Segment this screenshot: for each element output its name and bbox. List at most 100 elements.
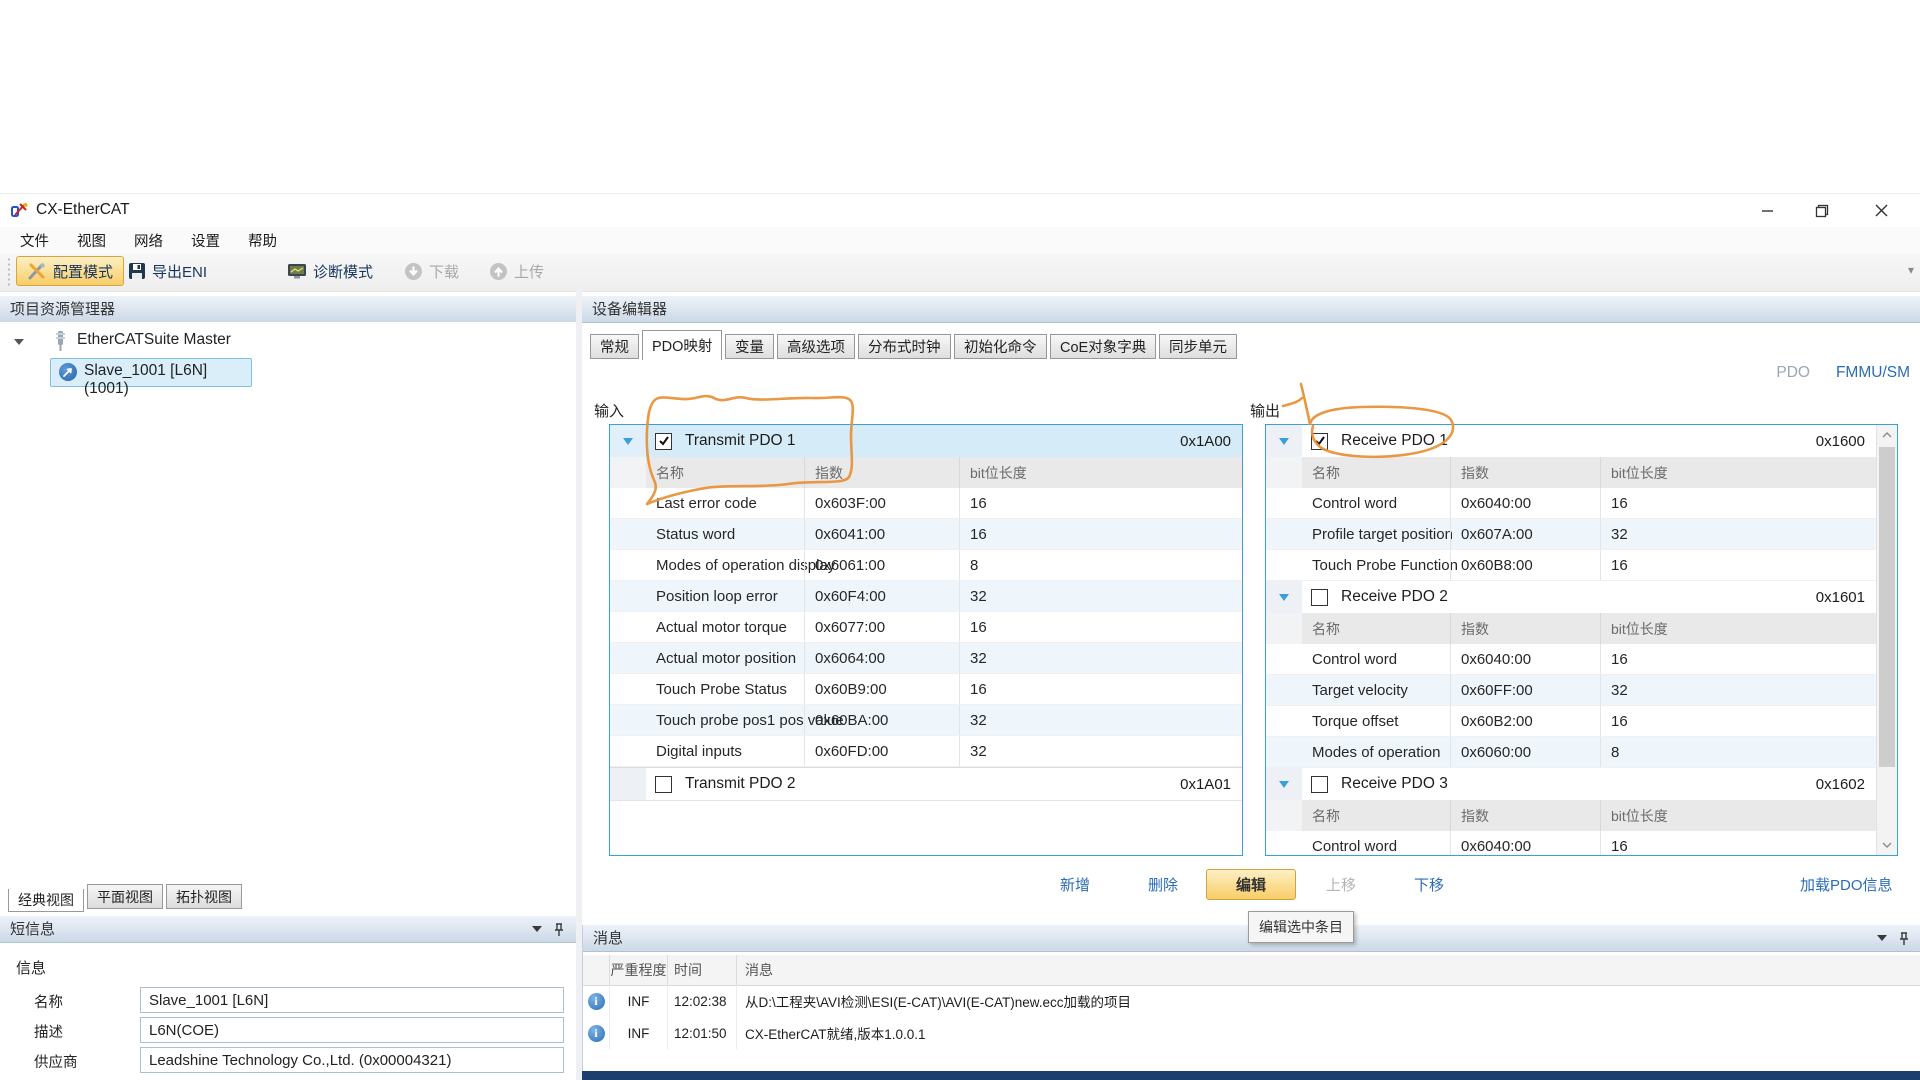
add-button[interactable]: 新增 <box>1060 874 1090 895</box>
expand-arrow-icon[interactable] <box>1279 781 1289 788</box>
pin-icon[interactable] <box>552 922 566 938</box>
pdo-entry-row[interactable]: Touch probe pos1 pos value0x60BA:0032 <box>610 705 1242 736</box>
entry-name: Last error code <box>646 495 804 512</box>
view-tabs: 经典视图平面视图拓扑视图 <box>0 884 576 912</box>
pdo-checkbox[interactable] <box>655 776 672 793</box>
collapse-panel-icon[interactable] <box>532 926 542 932</box>
pdo-view-link[interactable]: PDO <box>1776 364 1810 381</box>
move-up-button[interactable]: 上移 <box>1326 874 1356 895</box>
pdo-entry-row[interactable]: Position loop error0x60F4:0032 <box>610 581 1242 612</box>
info-label-0: 名称 <box>34 991 63 1012</box>
message-row[interactable]: iINF12:02:38从D:\工程夹\AVI检测\ESI(E-CAT)\AVI… <box>583 985 1920 1017</box>
pdo-checkbox[interactable] <box>1311 589 1328 606</box>
pdo-index: 0x1600 <box>1816 433 1876 450</box>
pdo-entry-row[interactable]: Control word0x6040:0016 <box>1266 831 1876 856</box>
collapse-arrow-icon[interactable] <box>14 339 24 345</box>
fmmu-sm-view-link[interactable]: FMMU/SM <box>1836 364 1910 381</box>
pdo-checkbox[interactable] <box>655 433 672 450</box>
pdo-entry-row[interactable]: Profile target position0x607A:0032 <box>1266 519 1876 550</box>
pdo-entry-row[interactable]: Modes of operation display0x6061:008 <box>610 550 1242 581</box>
pdo-entry-row[interactable]: Last error code0x603F:0016 <box>610 488 1242 519</box>
pdo-entry-row[interactable]: Control word0x6040:0016 <box>1266 644 1876 675</box>
view-tab-拓扑视图[interactable]: 拓扑视图 <box>166 884 242 909</box>
tab-分布式时钟[interactable]: 分布式时钟 <box>858 334 951 359</box>
scroll-down-icon[interactable] <box>1877 835 1897 855</box>
entry-gutter <box>1266 831 1302 856</box>
entry-name: Actual motor position <box>646 650 804 667</box>
tab-初始化命令[interactable]: 初始化命令 <box>954 334 1047 359</box>
config-mode-button[interactable]: 配置模式 <box>16 256 124 286</box>
info-value-1[interactable]: L6N(COE) <box>140 1017 564 1043</box>
menu-item-0[interactable]: 文件 <box>6 230 63 251</box>
tree-item-slave[interactable]: Slave_1001 [L6N] (1001) <box>50 358 252 387</box>
info-value-0[interactable]: Slave_1001 [L6N] <box>140 987 564 1013</box>
toolbar-grip[interactable] <box>7 257 11 287</box>
minimize-button[interactable] <box>1744 194 1790 227</box>
pdo-entry-row[interactable]: Touch Probe Function0x60B8:0016 <box>1266 550 1876 581</box>
view-tab-平面视图[interactable]: 平面视图 <box>87 884 163 909</box>
expand-arrow-icon[interactable] <box>623 438 633 445</box>
pdo-expander-cell[interactable] <box>1266 425 1302 457</box>
diag-mode-button[interactable]: 诊断模式 <box>287 256 373 286</box>
menu-item-3[interactable]: 设置 <box>177 230 234 251</box>
menu-item-4[interactable]: 帮助 <box>234 230 291 251</box>
pdo-entry-row[interactable]: Modes of operation0x6060:008 <box>1266 737 1876 768</box>
entry-index: 0x6061:00 <box>804 550 959 580</box>
window-bottom-edge <box>582 1071 1920 1080</box>
pdo-entry-row[interactable]: Touch Probe Status0x60B9:0016 <box>610 674 1242 705</box>
pdo-entry-row[interactable]: Torque offset0x60B2:0016 <box>1266 706 1876 737</box>
pdo-expander-cell[interactable] <box>1266 768 1302 800</box>
edit-button[interactable]: 编辑 <box>1206 869 1296 900</box>
delete-button[interactable]: 删除 <box>1148 874 1178 895</box>
pdo-entry-row[interactable]: Target velocity0x60FF:0032 <box>1266 675 1876 706</box>
info-value-2[interactable]: Leadshine Technology Co.,Ltd. (0x0000432… <box>140 1047 564 1073</box>
pdo-group-row[interactable]: Transmit PDO 20x1A01 <box>610 767 1242 801</box>
upload-button[interactable]: 上传 <box>489 256 544 286</box>
output-table-scrollbar[interactable] <box>1876 425 1897 855</box>
tab-CoE对象字典[interactable]: CoE对象字典 <box>1050 334 1156 359</box>
diag-mode-label: 诊断模式 <box>313 261 373 282</box>
pdo-group-row[interactable]: Receive PDO 20x1601 <box>1266 581 1876 613</box>
close-button[interactable] <box>1858 194 1904 227</box>
tab-常规[interactable]: 常规 <box>590 334 639 359</box>
download-button[interactable]: 下载 <box>404 256 459 286</box>
toolbar-overflow-icon[interactable]: ▾ <box>1908 263 1914 277</box>
load-pdo-button[interactable]: 加载PDO信息 <box>1800 874 1893 895</box>
tab-PDO映射[interactable]: PDO映射 <box>642 330 722 360</box>
expand-arrow-icon[interactable] <box>1279 438 1289 445</box>
pdo-checkbox[interactable] <box>1311 433 1328 450</box>
tab-同步单元[interactable]: 同步单元 <box>1159 334 1237 359</box>
menu-item-2[interactable]: 网络 <box>120 230 177 251</box>
pdo-expander-cell[interactable] <box>610 425 646 457</box>
pin-icon[interactable] <box>1897 931 1911 947</box>
pdo-expander-cell[interactable] <box>610 768 646 800</box>
move-down-button[interactable]: 下移 <box>1414 874 1444 895</box>
pdo-name: Transmit PDO 2 <box>685 775 1180 793</box>
tab-变量[interactable]: 变量 <box>725 334 774 359</box>
pdo-checkbox[interactable] <box>1311 776 1328 793</box>
export-eni-button[interactable]: 导出ENI <box>128 256 207 286</box>
tab-高级选项[interactable]: 高级选项 <box>777 334 855 359</box>
pdo-entry-row[interactable]: Digital inputs0x60FD:0032 <box>610 736 1242 767</box>
scrollbar-thumb[interactable] <box>1879 447 1895 767</box>
scroll-up-icon[interactable] <box>1877 425 1897 445</box>
pdo-expander-cell[interactable] <box>1266 581 1302 613</box>
view-tab-经典视图[interactable]: 经典视图 <box>8 889 84 912</box>
pdo-group-row[interactable]: Receive PDO 10x1600 <box>1266 425 1876 457</box>
pdo-group-row[interactable]: Transmit PDO 10x1A00 <box>610 425 1242 457</box>
time-column-header: 时间 <box>668 955 737 985</box>
pdo-entry-row[interactable]: Actual motor torque0x6077:0016 <box>610 612 1242 643</box>
entry-gutter <box>1266 519 1302 549</box>
expand-arrow-icon[interactable] <box>1279 594 1289 601</box>
message-row[interactable]: iINF12:01:50CX-EtherCAT就绪,版本1.0.0.1 <box>583 1017 1920 1049</box>
menu-item-1[interactable]: 视图 <box>63 230 120 251</box>
monitor-icon <box>287 263 307 280</box>
tree-item-master[interactable]: EtherCATSuite Master <box>0 328 576 354</box>
pdo-entry-row[interactable]: Control word0x6040:0016 <box>1266 488 1876 519</box>
pdo-entry-row[interactable]: Actual motor position0x6064:0032 <box>610 643 1242 674</box>
pdo-entry-row[interactable]: Status word0x6041:0016 <box>610 519 1242 550</box>
entry-name: Actual motor torque <box>646 619 804 636</box>
pdo-group-row[interactable]: Receive PDO 30x1602 <box>1266 768 1876 800</box>
restore-button[interactable] <box>1799 194 1845 227</box>
collapse-panel-icon[interactable] <box>1877 935 1887 941</box>
